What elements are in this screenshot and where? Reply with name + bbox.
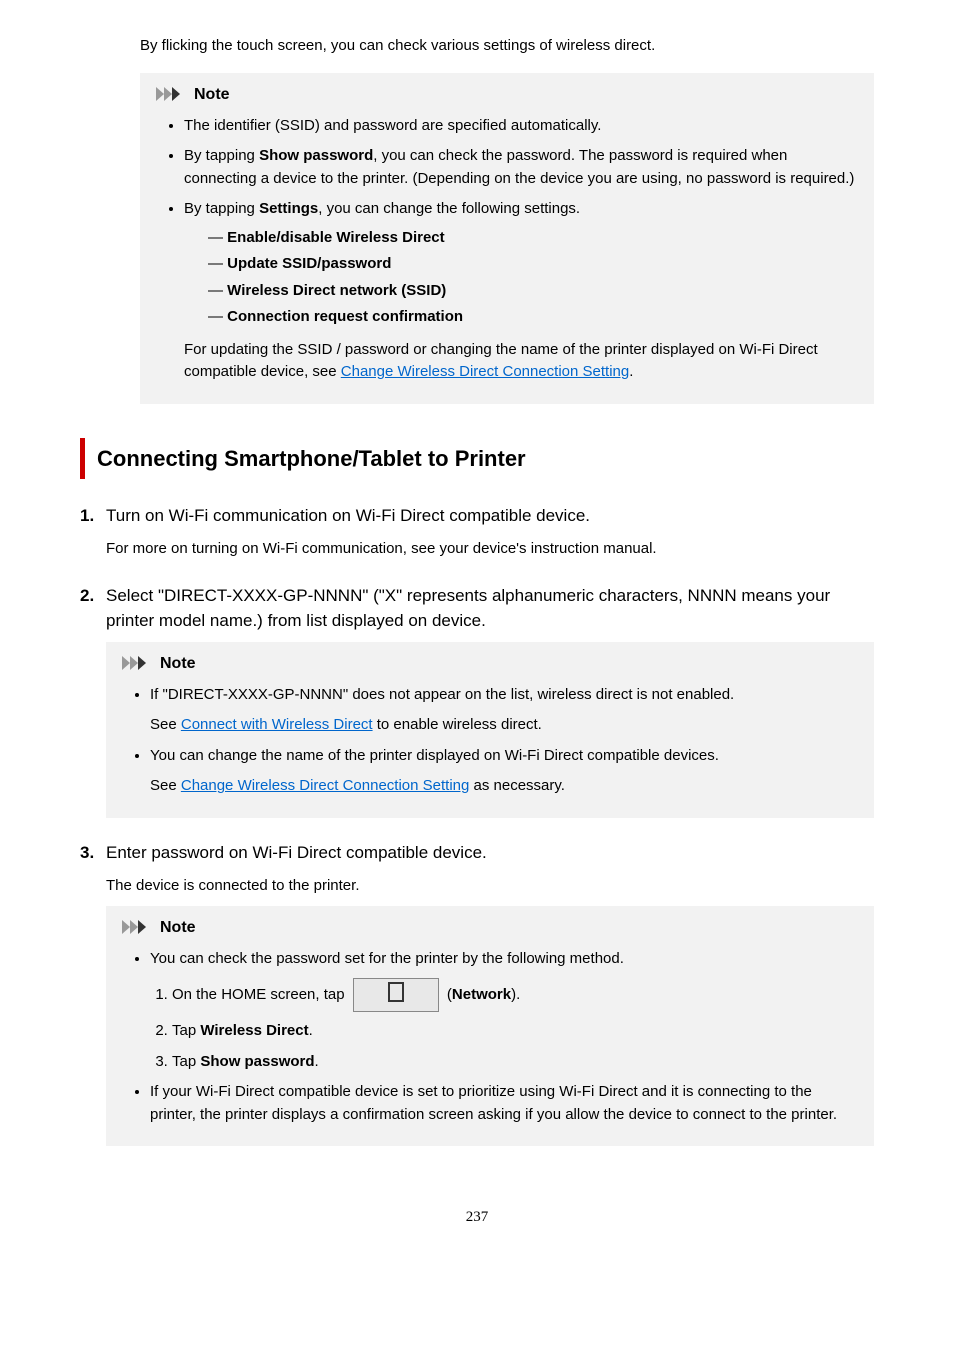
connect-wireless-link[interactable]: Connect with Wireless Direct <box>181 716 373 733</box>
note3-item2: If your Wi-Fi Direct compatible device i… <box>150 1081 858 1126</box>
inner-step3: Tap Show password. <box>172 1051 858 1074</box>
setting-update: Update SSID/password <box>208 253 858 276</box>
step1-desc: For more on turning on Wi-Fi communicati… <box>106 538 874 561</box>
inner-step1: On the HOME screen, tap (Network). <box>172 978 858 1012</box>
step3-desc: The device is connected to the printer. <box>106 875 874 898</box>
note-box-3: Note You can check the password set for … <box>106 906 874 1147</box>
note2-item1: If "DIRECT-XXXX-GP-NNNN" does not appear… <box>150 684 858 737</box>
note2-item2: You can change the name of the printer d… <box>150 745 858 798</box>
setting-connection: Connection request confirmation <box>208 306 858 329</box>
setting-network: Wireless Direct network (SSID) <box>208 280 858 303</box>
step2-title: Select "DIRECT-XXXX-GP-NNNN" ("X" repres… <box>106 583 874 634</box>
intro-text: By flicking the touch screen, you can ch… <box>140 35 874 58</box>
step1-num: 1. <box>80 503 106 529</box>
change-setting-link[interactable]: Change Wireless Direct Connection Settin… <box>341 363 629 380</box>
step2-num: 2. <box>80 583 106 609</box>
network-icon <box>353 978 439 1012</box>
note-arrow-icon <box>122 655 160 672</box>
note1-item3: By tapping Settings, you can change the … <box>184 198 858 384</box>
note1-item2: By tapping Show password, you can check … <box>184 145 858 190</box>
note-heading: Note <box>156 83 858 107</box>
note3-item1: You can check the password set for the p… <box>150 948 858 1074</box>
step1-title: Turn on Wi-Fi communication on Wi-Fi Dir… <box>106 503 874 529</box>
page-number: 237 <box>80 1206 874 1229</box>
setting-enable: Enable/disable Wireless Direct <box>208 227 858 250</box>
inner-step2: Tap Wireless Direct. <box>172 1020 858 1043</box>
note-arrow-icon <box>122 919 160 936</box>
step3-title: Enter password on Wi-Fi Direct compatibl… <box>106 840 874 866</box>
change-setting-link-2[interactable]: Change Wireless Direct Connection Settin… <box>181 777 469 794</box>
note-arrow-icon <box>156 86 194 103</box>
note-box-1: Note The identifier (SSID) and password … <box>140 73 874 404</box>
step3-num: 3. <box>80 840 106 866</box>
section-heading: Connecting Smartphone/Tablet to Printer <box>80 438 874 479</box>
note-box-2: Note If "DIRECT-XXXX-GP-NNNN" does not a… <box>106 642 874 818</box>
note1-item1: The identifier (SSID) and password are s… <box>184 115 858 138</box>
